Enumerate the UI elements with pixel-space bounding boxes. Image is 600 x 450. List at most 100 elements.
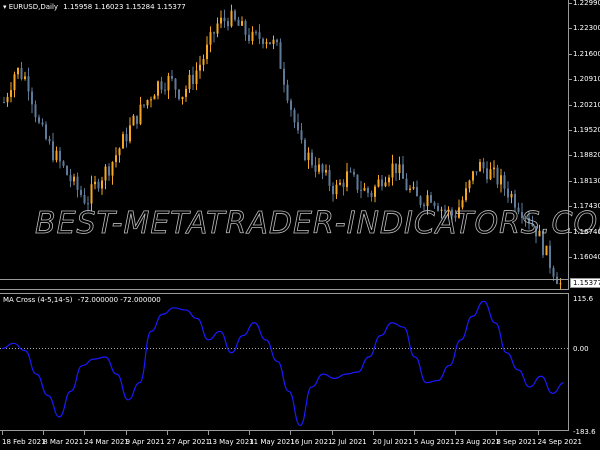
candle-body: [258, 32, 261, 39]
time-tick: [166, 431, 168, 435]
time-tick: [414, 431, 415, 435]
price-axis-label: 1.18130: [573, 176, 600, 185]
candle-body: [381, 179, 383, 187]
candle-body: [220, 17, 222, 24]
candle-body: [304, 139, 306, 161]
candle-body: [244, 21, 247, 35]
indicator-header: MA Cross (4-5,14-S) -72.000000 -72.00000…: [3, 296, 161, 304]
candle-body: [157, 81, 159, 96]
time-axis-label: 2 Jul 2021: [331, 438, 367, 446]
time-tick: [496, 431, 498, 435]
candle-body: [52, 141, 54, 161]
candle-body: [237, 19, 240, 26]
candle-body: [202, 59, 205, 65]
candle-body: [486, 168, 488, 180]
candle-body: [300, 130, 303, 140]
time-axis-label: 8 Sep 2021: [496, 438, 537, 446]
ma-cross-path: [1, 300, 565, 427]
time-axis-label: 18 Feb 2021: [2, 438, 46, 446]
candle-body: [349, 171, 352, 173]
candle-body: [311, 152, 313, 166]
candle-body: [353, 171, 355, 175]
time-tick: [249, 431, 251, 435]
time-tick: [372, 431, 374, 435]
price-tick: [569, 257, 572, 258]
candle-body: [545, 245, 548, 256]
price-tick: [569, 206, 572, 208]
candle-body: [132, 115, 135, 126]
candle-body: [195, 70, 198, 84]
time-axis-label: 9 Apr 2021: [125, 438, 165, 446]
candle-body: [391, 163, 394, 178]
candle-body: [125, 134, 128, 142]
current-price-tag: 1.15377: [570, 278, 600, 288]
candle-body: [209, 32, 212, 45]
candle-body: [398, 164, 401, 174]
candle-body: [122, 134, 124, 149]
candle-body: [342, 182, 345, 188]
candle-body: [339, 182, 341, 185]
time-axis-label: 23 Aug 2021: [455, 438, 501, 446]
candle-body: [139, 104, 142, 124]
candle-body: [143, 104, 145, 106]
candle-body: [363, 187, 366, 191]
candle-body: [321, 164, 324, 173]
time-axis-label: 24 Sep 2021: [537, 438, 582, 446]
indicator-axis-bottom: -183.6: [573, 428, 596, 436]
time-tick: [537, 431, 539, 435]
candle-body: [13, 74, 16, 91]
time-axis-label: 5 Aug 2021: [414, 438, 455, 446]
candle-body: [325, 170, 327, 173]
candle-body: [90, 184, 93, 204]
candle-body: [279, 42, 282, 69]
candle-body: [111, 162, 114, 176]
candle-body: [307, 152, 310, 161]
candle-body: [80, 189, 82, 196]
candle-body: [45, 124, 47, 140]
candle-body: [24, 76, 26, 80]
candle-body: [556, 276, 558, 284]
time-tick: [208, 431, 209, 435]
candle-body: [272, 39, 275, 45]
candle-body: [129, 125, 131, 142]
price-axis-label: 1.20910: [573, 75, 600, 84]
price-tick: [569, 155, 572, 157]
candle-body: [76, 176, 79, 190]
candle-body: [335, 184, 338, 195]
price-tick: [569, 180, 572, 182]
candle-body: [475, 171, 478, 173]
candle-body: [328, 170, 331, 186]
ohlc-values: 1.15958 1.16023 1.15284 1.15377: [63, 3, 186, 11]
price-tick: [569, 28, 572, 30]
candle-body: [430, 195, 432, 203]
candle-body: [94, 181, 96, 185]
time-tick: [455, 431, 457, 435]
candle-body: [248, 34, 250, 41]
price-axis-label: 1.18820: [573, 151, 600, 160]
candle-body: [115, 155, 117, 163]
candle-body: [34, 104, 37, 118]
price-axis-label: 1.20210: [573, 100, 600, 109]
candle-body: [297, 122, 299, 131]
collapse-triangle-icon[interactable]: ▾: [3, 3, 7, 11]
candle-body: [230, 10, 233, 27]
candle-body: [367, 187, 369, 193]
candlestick-series: [3, 4, 562, 289]
candle-body: [370, 192, 373, 197]
indicator-pane[interactable]: MA Cross (4-5,14-S) -72.000000 -72.00000…: [0, 293, 569, 431]
candle-body: [150, 99, 152, 101]
candle-body: [167, 75, 170, 91]
candle-body: [83, 195, 86, 204]
candle-body: [388, 177, 390, 183]
candle-body: [402, 164, 404, 179]
candle-body: [419, 196, 422, 205]
candle-body: [346, 171, 348, 188]
candle-body: [216, 23, 219, 34]
indicator-axis-zero: 0.00: [573, 345, 589, 353]
time-axis-label: 31 May 2021: [249, 438, 295, 446]
candle-body: [10, 90, 12, 97]
price-axis-label: 1.22300: [573, 24, 600, 33]
candle-body: [314, 165, 317, 172]
price-chart-pane[interactable]: BEST-METATRADER-INDICATORS.COM ▾ EURUSD,…: [0, 0, 600, 290]
price-tick: [569, 130, 572, 131]
